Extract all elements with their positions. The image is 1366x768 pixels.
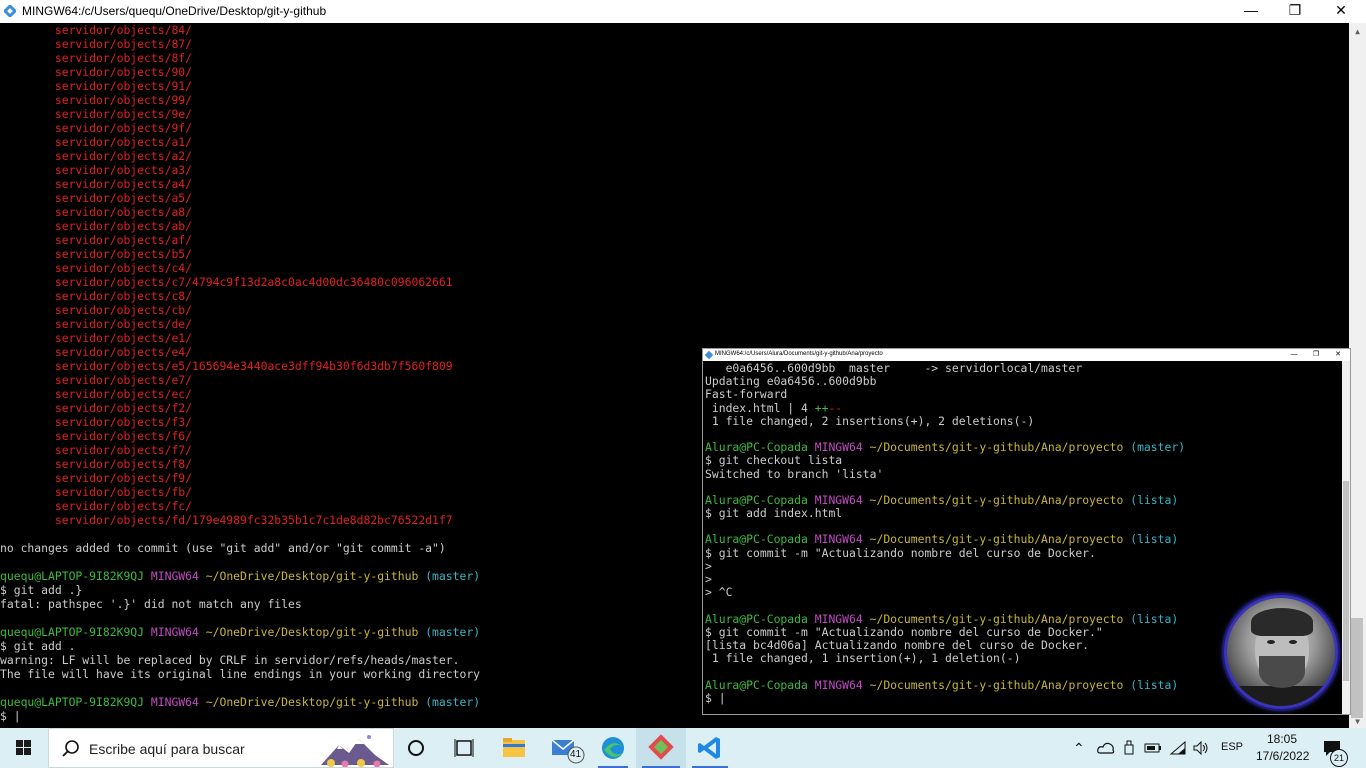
- language-indicator[interactable]: ESP: [1221, 741, 1243, 753]
- second-window-titlebar[interactable]: MINGW64:/c/Users/Alura/Documents/git-y-g…: [703, 349, 1350, 361]
- git-bash-icon: [4, 5, 16, 17]
- vscode-button[interactable]: [686, 728, 734, 768]
- search-highlight-illustration: [321, 735, 389, 767]
- deleted-file-line: servidor/objects/a4/: [0, 177, 193, 191]
- deleted-file-line: servidor/objects/8f/: [0, 51, 193, 65]
- deleted-file-line: servidor/objects/c8/: [0, 289, 193, 303]
- volume-icon[interactable]: [1192, 740, 1210, 756]
- git-gui-button[interactable]: [636, 728, 686, 768]
- start-button[interactable]: [0, 728, 48, 768]
- output-line: Switched to branch 'lista': [705, 466, 884, 481]
- continuation-line: >: [705, 572, 712, 586]
- webcam-avatar: [1224, 595, 1338, 709]
- windows-icon: [16, 740, 31, 755]
- output-line: index.html | 4 ++--: [705, 400, 843, 415]
- command-line: $ git commit -m "Actualizando nombre del…: [705, 545, 1096, 560]
- git-bash-icon: [705, 351, 713, 359]
- deleted-file-line: servidor/objects/a3/: [0, 163, 193, 177]
- deleted-file-line: servidor/objects/a8/: [0, 205, 193, 219]
- second-window-scrollbar[interactable]: [1342, 361, 1350, 714]
- deleted-file-line: servidor/objects/99/: [0, 93, 193, 107]
- search-box[interactable]: Escribe aquí para buscar: [48, 728, 394, 768]
- deleted-file-line: servidor/objects/a1/: [0, 135, 193, 149]
- prompt-line: Alura@PC-Copada MINGW64 ~/Documents/git-…: [705, 532, 1179, 547]
- search-placeholder: Escribe aquí para buscar: [89, 741, 245, 757]
- onedrive-icon[interactable]: [1097, 741, 1115, 755]
- vscode-icon: [698, 737, 720, 759]
- cortana-icon: [408, 740, 424, 756]
- deleted-file-line: servidor/objects/9e/: [0, 107, 193, 121]
- battery-icon[interactable]: [1144, 741, 1162, 755]
- maximize-button[interactable]: ❐: [1305, 349, 1327, 361]
- window-title: MINGW64:/c/Users/quequ/OneDrive/Desktop/…: [22, 4, 327, 18]
- maximize-button[interactable]: ❐: [1272, 0, 1318, 23]
- deleted-file-line: servidor/objects/de/: [0, 317, 193, 331]
- deleted-file-line: servidor/objects/b5/: [0, 247, 193, 261]
- wifi-icon[interactable]: [1169, 740, 1187, 756]
- second-window-title: MINGW64:/c/Users/Alura/Documents/git-y-g…: [715, 351, 883, 357]
- mail-icon: [551, 739, 585, 764]
- git-icon: [648, 734, 674, 760]
- scroll-up-icon[interactable]: ▲: [1349, 27, 1366, 36]
- output-line: Updating e0a6456..600d9bb: [705, 374, 877, 389]
- continuation-line: > ^C: [705, 585, 733, 600]
- scrollbar-thumb[interactable]: [1351, 618, 1363, 718]
- window-titlebar[interactable]: MINGW64:/c/Users/quequ/OneDrive/Desktop/…: [0, 0, 1366, 23]
- close-button[interactable]: ✕: [1318, 0, 1364, 23]
- file-explorer-button[interactable]: [492, 728, 536, 768]
- minimize-button[interactable]: —: [1283, 349, 1305, 361]
- deleted-file-line: servidor/objects/cb/: [0, 303, 193, 317]
- deleted-file-line: servidor/objects/ab/: [0, 219, 193, 233]
- deleted-file-line: servidor/objects/a2/: [0, 149, 193, 163]
- clock-time[interactable]: 18:05: [1267, 732, 1297, 746]
- folder-icon: [503, 738, 525, 757]
- mail-button[interactable]: 41: [542, 728, 590, 768]
- deleted-file-line: servidor/objects/87/: [0, 37, 193, 51]
- taskbar: Escribe aquí para buscar 41 ⌃ ESP 18:05 …: [0, 728, 1366, 768]
- task-view-button[interactable]: [444, 728, 484, 768]
- task-view-icon: [454, 739, 474, 757]
- deleted-file-line: servidor/objects/84/: [0, 23, 193, 37]
- search-icon: [62, 740, 79, 757]
- close-button[interactable]: ✕: [1327, 349, 1349, 361]
- minimize-button[interactable]: —: [1228, 0, 1274, 23]
- deleted-file-line: servidor/objects/af/: [0, 233, 193, 247]
- edge-button[interactable]: [590, 728, 636, 768]
- deleted-file-line: servidor/objects/91/: [0, 79, 193, 93]
- usb-icon[interactable]: [1122, 740, 1136, 756]
- command-line: $ git checkout lista: [705, 453, 843, 468]
- main-scrollbar[interactable]: ▲ ▼: [1349, 23, 1366, 728]
- clock-date[interactable]: 17/6/2022: [1256, 749, 1309, 763]
- command-line: $ git add index.html: [705, 506, 843, 521]
- deleted-file-line: servidor/objects/c4/: [0, 261, 193, 275]
- deleted-file-line: servidor/objects/c7/4794c9f13d2a8c0ac4d0…: [0, 275, 453, 289]
- deleted-file-line: servidor/objects/90/: [0, 65, 193, 79]
- continuation-line: >: [705, 558, 712, 573]
- edge-icon: [602, 737, 624, 759]
- deleted-file-line: servidor/objects/e1/: [0, 331, 193, 345]
- cortana-button[interactable]: [396, 728, 436, 768]
- output-line: 1 file changed, 2 insertions(+), 2 delet…: [705, 413, 1035, 428]
- deleted-file-line: servidor/objects/9f/: [0, 121, 193, 135]
- scrollbar-thumb[interactable]: [1343, 481, 1349, 681]
- mail-badge: 41: [570, 749, 582, 760]
- notification-badge: 21: [1330, 749, 1348, 767]
- scroll-down-icon[interactable]: ▼: [1349, 717, 1366, 726]
- chevron-up-icon[interactable]: ⌃: [1073, 740, 1085, 757]
- deleted-file-line: servidor/objects/a5/: [0, 191, 193, 205]
